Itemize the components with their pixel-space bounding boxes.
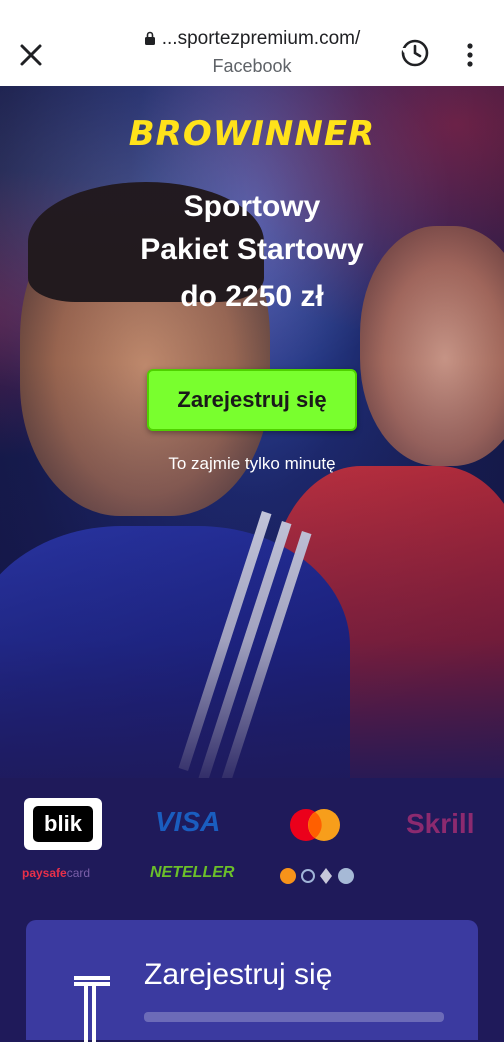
paysafe-label: paysafe [22, 866, 67, 880]
headline-line-1: Sportowy [183, 190, 321, 223]
neteller-logo: NETELLER [150, 864, 235, 881]
register-card-title: Zarejestruj się [144, 958, 333, 991]
register-note: To zajmie tylko minutę [168, 454, 336, 473]
url-text[interactable]: ...sportezpremium.com/ [120, 28, 384, 50]
mastercard-icon [290, 809, 340, 841]
skrill-logo: Skrill [406, 808, 475, 839]
close-icon[interactable] [14, 38, 48, 72]
register-icon [74, 976, 110, 1042]
hero-banner: BROWINNER Sportowy Pakiet Startowy do 22… [0, 86, 504, 778]
status-bar [0, 0, 504, 14]
register-button[interactable]: Zarejestruj się [147, 369, 357, 431]
crypto-icons [280, 868, 354, 884]
blik-label: blik [33, 806, 93, 842]
blik-logo: blik [24, 798, 102, 850]
history-icon[interactable] [398, 36, 432, 70]
lock-icon [144, 31, 155, 45]
url-label: ...sportezpremium.com/ [161, 28, 361, 49]
paysafe-card-label: card [66, 866, 91, 880]
paysafecard-logo: paysafecard [22, 866, 90, 880]
browser-toolbar: ...sportezpremium.com/ Facebook [0, 14, 504, 86]
more-options-icon[interactable] [458, 40, 482, 70]
visa-logo: VISA [155, 806, 221, 837]
register-card-subtext [144, 1012, 444, 1022]
brand-logo: BROWINNER [128, 114, 376, 154]
headline-line-3: do 2250 zł [180, 280, 324, 313]
headline-line-2: Pakiet Startowy [140, 233, 364, 266]
register-card[interactable]: Zarejestruj się [26, 920, 478, 1042]
payment-methods: blik VISA Skrill paysafecard NETELLER [0, 778, 504, 920]
referrer-label: Facebook [212, 56, 292, 76]
